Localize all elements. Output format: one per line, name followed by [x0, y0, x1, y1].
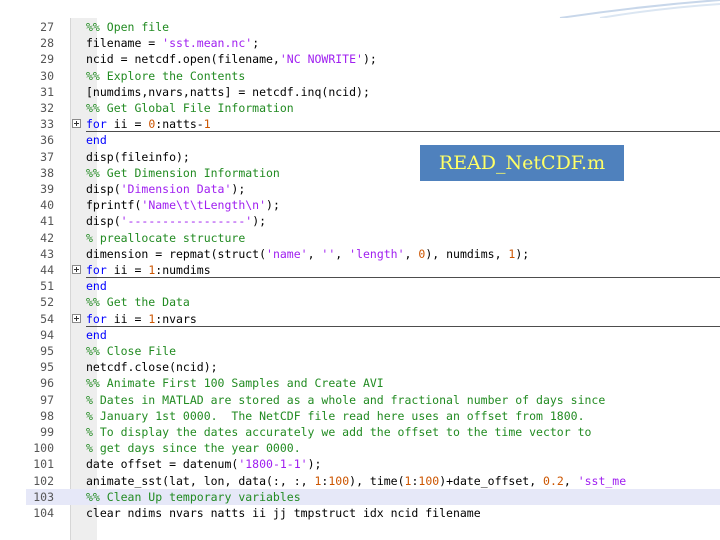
code-text[interactable]: %% Open file [86, 19, 169, 35]
line-number: 43 [40, 246, 54, 261]
code-line[interactable]: 42 % preallocate structure [26, 230, 720, 246]
expand-fold-icon[interactable] [72, 313, 81, 323]
expand-fold-icon[interactable] [72, 265, 81, 274]
code-text[interactable]: % preallocate structure [86, 230, 245, 246]
line-number: 37 [40, 149, 54, 164]
line-number: 104 [33, 506, 54, 520]
line-number: 96 [40, 376, 54, 391]
line-number: 100 [33, 441, 54, 456]
code-line[interactable]: 52 %% Get the Data [26, 294, 720, 310]
line-number: 31 [40, 84, 54, 99]
line-number: 95 [40, 360, 54, 375]
line-number: 98 [40, 408, 54, 423]
code-text[interactable]: ncid = netcdf.open(filename,'NC NOWRITE'… [86, 51, 377, 67]
code-text[interactable]: % get days since the year 0000. [86, 440, 301, 456]
line-number: 30 [40, 68, 54, 83]
code-line[interactable]: 54 for ii = 1:nvars [26, 311, 720, 327]
matlab-code-editor[interactable]: 27 %% Open file 28 filename = 'sst.mean.nc'… [26, 18, 720, 540]
code-text[interactable]: disp('Dimension Data'); [86, 181, 245, 197]
line-number: 52 [40, 295, 54, 310]
code-text[interactable]: % January 1st 0000. The NetCDF file read… [86, 408, 585, 424]
line-number: 41 [40, 214, 54, 229]
decorative-swoosh-icon [559, 0, 720, 18]
code-line[interactable]: 99 % To display the dates accurately we a… [26, 424, 720, 440]
line-number: 28 [40, 36, 54, 51]
code-text[interactable]: netcdf.close(ncid); [86, 359, 218, 375]
code-line[interactable]: 43 dimension = repmat(struct('name', '', … [26, 246, 720, 262]
code-text[interactable]: %% Get Dimension Information [86, 165, 280, 181]
code-text[interactable]: for ii = 0:natts-1 [86, 116, 211, 132]
code-text[interactable]: end [86, 278, 107, 294]
code-text[interactable]: clear ndims nvars natts ii jj tmpstruct … [86, 505, 481, 521]
code-text[interactable]: for ii = 1:nvars [86, 311, 197, 327]
code-text[interactable]: % Dates in MATLAD are stored as a whole … [86, 392, 605, 408]
code-text[interactable]: end [86, 327, 107, 343]
line-number: 103 [33, 489, 54, 504]
code-line[interactable]: 101 date offset = datenum('1800-1-1'); [26, 456, 720, 472]
file-name-label: READ_NetCDF.m [420, 145, 624, 181]
code-line[interactable]: 94 end [26, 327, 720, 343]
code-line[interactable]: 40 fprintf('Name\t\tLength\n'); [26, 197, 720, 213]
code-line[interactable]: 102 animate_sst(lat, lon, data(:, :, 1:10… [26, 473, 720, 489]
code-text[interactable]: for ii = 1:numdims [86, 262, 211, 278]
line-number: 54 [40, 311, 54, 326]
code-line[interactable]: 98 % January 1st 0000. The NetCDF file re… [26, 408, 720, 424]
code-line[interactable]: 96 %% Animate First 100 Samples and Creat… [26, 375, 720, 391]
code-line[interactable]: 32 %% Get Global File Information [26, 100, 720, 116]
line-number: 102 [33, 473, 54, 488]
line-number: 38 [40, 165, 54, 180]
line-number: 36 [40, 133, 54, 148]
line-number: 99 [40, 425, 54, 439]
code-line[interactable]: 100 % get days since the year 0000. [26, 440, 720, 456]
line-number: 51 [40, 279, 54, 294]
code-line[interactable]: 29 ncid = netcdf.open(filename,'NC NOWRIT… [26, 51, 720, 67]
code-line[interactable]: 41 disp('-----------------'); [26, 213, 720, 229]
code-text[interactable]: %% Explore the Contents [86, 68, 245, 84]
code-text[interactable]: %% Animate First 100 Samples and Create … [86, 375, 384, 391]
expand-fold-icon[interactable] [72, 119, 81, 129]
code-text[interactable]: animate_sst(lat, lon, data(:, :, 1:100),… [86, 473, 626, 489]
line-number: 40 [40, 198, 54, 213]
line-number: 97 [40, 392, 54, 407]
code-line[interactable]: 97 % Dates in MATLAD are stored as a whol… [26, 392, 720, 408]
code-line[interactable]: 51 end [26, 278, 720, 294]
code-line[interactable]: 104 clear ndims nvars natts ii jj tmpstru… [26, 505, 720, 521]
code-line[interactable]: 31 [numdims,nvars,natts] = netcdf.inq(nci… [26, 84, 720, 100]
code-text[interactable]: disp(fileinfo); [86, 149, 190, 165]
line-number: 42 [40, 230, 54, 245]
code-line[interactable]: 44 for ii = 1:numdims [26, 262, 720, 278]
code-line[interactable]: 39 disp('Dimension Data'); [26, 181, 720, 197]
window-top-bar [0, 0, 720, 18]
code-line[interactable]: 28 filename = 'sst.mean.nc'; [26, 35, 720, 51]
code-line[interactable]: 27 %% Open file [26, 19, 720, 35]
code-text[interactable]: % To display the dates accurately we add… [86, 424, 591, 440]
code-text[interactable]: disp('-----------------'); [86, 213, 266, 229]
code-text[interactable]: [numdims,nvars,natts] = netcdf.inq(ncid)… [86, 84, 370, 100]
code-text[interactable]: dimension = repmat(struct('name', '', 'l… [86, 246, 529, 262]
line-number: 27 [40, 20, 54, 34]
code-text[interactable]: %% Close File [86, 343, 176, 359]
code-text[interactable]: %% Clean Up temporary variables [86, 489, 301, 505]
line-number: 44 [40, 263, 54, 277]
line-number: 29 [40, 52, 54, 67]
code-text[interactable]: filename = 'sst.mean.nc'; [86, 35, 259, 51]
code-text[interactable]: fprintf('Name\t\tLength\n'); [86, 197, 280, 213]
code-line[interactable]: 95 %% Close File [26, 343, 720, 359]
code-line[interactable]: 103 %% Clean Up temporary variables [26, 488, 720, 505]
line-number: 94 [40, 327, 54, 342]
code-text[interactable]: %% Get the Data [86, 294, 190, 310]
line-number: 32 [40, 101, 54, 115]
code-text[interactable]: date offset = datenum('1800-1-1'); [86, 456, 321, 472]
line-number: 33 [40, 117, 54, 132]
code-text[interactable]: %% Get Global File Information [86, 100, 294, 116]
line-number: 101 [33, 457, 54, 472]
code-line[interactable]: 95 netcdf.close(ncid); [26, 359, 720, 375]
line-number: 95 [40, 344, 54, 358]
code-line[interactable]: 30 %% Explore the Contents [26, 68, 720, 84]
code-line[interactable]: 33 for ii = 0:natts-1 [26, 116, 720, 132]
line-number: 39 [40, 182, 54, 196]
code-text[interactable]: end [86, 132, 107, 148]
